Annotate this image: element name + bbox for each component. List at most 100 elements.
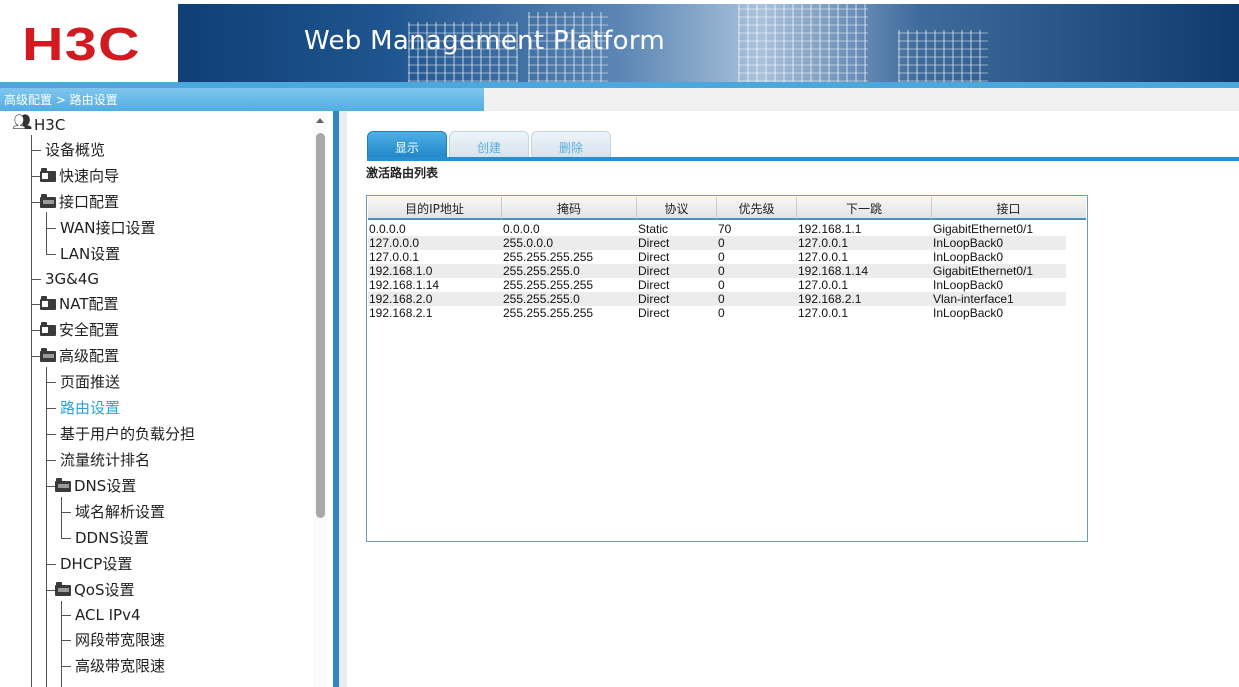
tab-show[interactable]: 显示 <box>367 131 447 159</box>
tree-branch <box>61 640 71 641</box>
tree-line <box>61 497 62 538</box>
nav-item-dns-settings[interactable]: DNS设置 <box>55 474 136 498</box>
cell-dest-ip: 192.168.1.14 <box>369 278 440 292</box>
nav-item-ddns-settings[interactable]: DDNS设置 <box>75 526 149 550</box>
nav-item-user-load-balance[interactable]: 基于用户的负载分担 <box>60 422 195 446</box>
nav-item-subnet-bandwidth-limit[interactable]: 网段带宽限速 <box>75 628 165 652</box>
cell-priority: 0 <box>718 264 725 278</box>
nav-item-label: QoS设置 <box>74 581 135 599</box>
folder-closed-icon <box>40 296 56 310</box>
nav-item-traffic-ranking[interactable]: 流量统计排名 <box>60 448 150 472</box>
nav-item-acl-ipv4[interactable]: ACL IPv4 <box>75 603 141 627</box>
table-row[interactable]: 0.0.0.0 0.0.0.0 Static 70 192.168.1.1 Gigabit… <box>368 222 1066 236</box>
cell-dest-ip: 192.168.2.1 <box>369 306 433 320</box>
tree-branch <box>46 460 56 461</box>
cell-protocol: Direct <box>638 278 670 292</box>
cell-protocol: Direct <box>638 250 670 264</box>
column-header-priority[interactable]: 优先级 <box>717 197 797 219</box>
column-header-interface[interactable]: 接口 <box>932 197 1085 219</box>
nav-item-device-overview[interactable]: 设备概览 <box>45 138 105 162</box>
breadcrumb: 高级配置 > 路由设置 <box>0 88 484 111</box>
cell-dest-ip: 0.0.0.0 <box>369 222 406 236</box>
tree-branch <box>46 254 56 255</box>
tree-root-h3c[interactable]: H3C <box>34 113 65 137</box>
tab-delete[interactable]: 删除 <box>531 131 611 159</box>
cell-interface: InLoopBack0 <box>933 250 1004 264</box>
cell-priority: 0 <box>718 278 725 292</box>
folder-closed-icon <box>40 322 56 336</box>
column-header-mask[interactable]: 掩码 <box>502 197 637 219</box>
cell-mask: 0.0.0.0 <box>503 222 540 236</box>
cell-dest-ip: 192.168.1.0 <box>369 264 433 278</box>
tree-line <box>31 135 32 687</box>
nav-item-security-config[interactable]: 安全配置 <box>40 318 119 342</box>
tree-line <box>61 601 62 687</box>
cell-interface: InLoopBack0 <box>933 306 1004 320</box>
nav-item-advanced-bandwidth-limit[interactable]: 高级带宽限速 <box>75 654 165 678</box>
nav-item-dns-resolution[interactable]: 域名解析设置 <box>75 500 165 524</box>
column-header-protocol[interactable]: 协议 <box>637 197 717 219</box>
cell-priority: 0 <box>718 250 725 264</box>
tree-branch <box>31 150 41 151</box>
cell-protocol: Direct <box>638 236 670 250</box>
table-row[interactable]: 192.168.1.14 255.255.255.255 Direct 0 127.0.… <box>368 278 1066 292</box>
table-row[interactable]: 192.168.2.1 255.255.255.255 Direct 0 127.0.0… <box>368 306 1066 320</box>
table-row[interactable]: 127.0.0.1 255.255.255.255 Direct 0 127.0.0.1… <box>368 250 1066 264</box>
h3c-logo: H3C <box>22 18 141 70</box>
nav-item-nat-config[interactable]: NAT配置 <box>40 292 118 316</box>
scroll-up-arrow-icon[interactable] <box>316 118 324 123</box>
cell-priority: 70 <box>718 222 732 236</box>
tree-branch <box>46 228 56 229</box>
section-title: 激活路由列表 <box>366 166 439 180</box>
nav-item-3g-4g[interactable]: 3G&4G <box>45 267 99 291</box>
cell-interface: Vlan-interface1 <box>933 292 1014 306</box>
banner-building-graphic <box>898 30 988 82</box>
banner-building-graphic <box>738 4 868 82</box>
tree-line <box>46 212 47 254</box>
tab-underline <box>367 157 1239 161</box>
nav-item-qos-settings[interactable]: QoS设置 <box>55 578 135 602</box>
header-banner: Web Management Platform <box>178 4 1239 82</box>
cell-priority: 0 <box>718 292 725 306</box>
sidebar-divider-shadow <box>339 111 347 687</box>
folder-closed-icon <box>40 168 56 182</box>
table-row[interactable]: 192.168.1.0 255.255.255.0 Direct 0 192.168.1… <box>368 264 1066 278</box>
column-header-dest-ip[interactable]: 目的IP地址 <box>368 197 502 219</box>
nav-item-advanced-config[interactable]: 高级配置 <box>40 344 119 368</box>
cell-priority: 0 <box>718 236 725 250</box>
cell-protocol: Direct <box>638 292 670 306</box>
nav-item-wan-settings[interactable]: WAN接口设置 <box>60 216 156 240</box>
cell-protocol: Direct <box>638 306 670 320</box>
nav-item-label: NAT配置 <box>59 295 119 313</box>
nav-item-label: DNS设置 <box>74 477 137 495</box>
table-row[interactable]: 127.0.0.0 255.0.0.0 Direct 0 127.0.0.1 InLoop… <box>368 236 1066 250</box>
cell-next-hop: 127.0.0.1 <box>798 236 849 250</box>
logo-area: H3C <box>4 4 178 82</box>
nav-item-quick-wizard[interactable]: 快速向导 <box>40 164 119 188</box>
column-header-next-hop[interactable]: 下一跳 <box>797 197 932 219</box>
table-row[interactable]: 192.168.2.0 255.255.255.0 Direct 0 192.168.2… <box>368 292 1066 306</box>
nav-item-label: 安全配置 <box>59 321 120 339</box>
cell-protocol: Direct <box>638 264 670 278</box>
cell-next-hop: 192.168.1.14 <box>798 264 869 278</box>
cell-interface: InLoopBack0 <box>933 278 1004 292</box>
route-table: 目的IP地址 掩码 协议 优先级 下一跳 接口 0.0.0.0 0.0.0.0 St… <box>366 195 1088 542</box>
cell-interface: GigabitEthernet0/1 <box>933 264 1034 278</box>
tree-branch <box>46 408 56 409</box>
folder-open-icon <box>40 348 56 362</box>
nav-item-lan-settings[interactable]: LAN设置 <box>60 242 120 266</box>
tree-branch <box>61 538 71 539</box>
cell-dest-ip: 127.0.0.0 <box>369 236 420 250</box>
tree-branch <box>61 615 71 616</box>
nav-item-page-push[interactable]: 页面推送 <box>60 370 120 394</box>
nav-item-interface-config[interactable]: 接口配置 <box>40 190 119 214</box>
cell-mask: 255.255.255.255 <box>503 250 594 264</box>
nav-item-route-settings[interactable]: 路由设置 <box>60 396 120 420</box>
nav-item-dhcp-settings[interactable]: DHCP设置 <box>60 552 132 576</box>
users-icon: 👥︎ <box>12 112 33 131</box>
platform-title: Web Management Platform <box>304 26 666 56</box>
tab-create[interactable]: 创建 <box>449 131 529 159</box>
scrollbar-thumb[interactable] <box>316 133 325 518</box>
cell-next-hop: 192.168.2.1 <box>798 292 862 306</box>
route-table-header: 目的IP地址 掩码 协议 优先级 下一跳 接口 <box>368 197 1086 220</box>
